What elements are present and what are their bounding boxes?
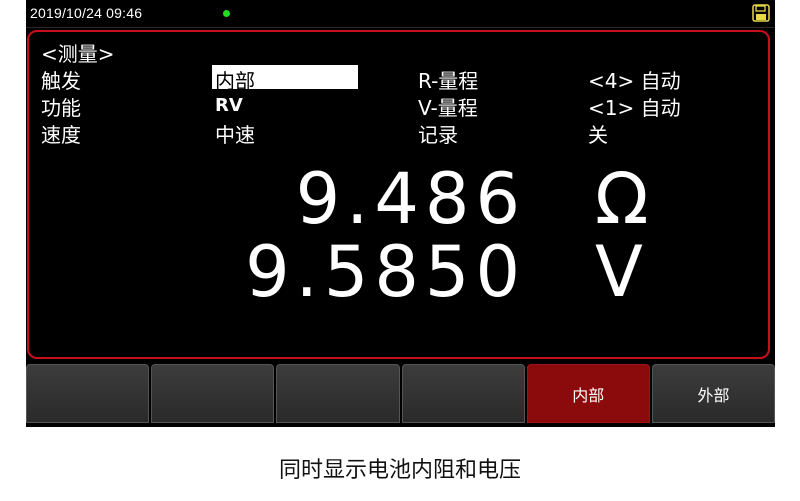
resistance-reading: 9.486 — [295, 158, 526, 240]
page-title: <测量> — [41, 42, 115, 66]
status-bar: 2019/10/24 09:46 — [26, 0, 775, 28]
r-range-label: R-量程 — [418, 69, 479, 93]
function-label: 功能 — [41, 96, 81, 120]
softkey-4[interactable] — [401, 364, 525, 423]
resistance-unit: Ω — [595, 158, 655, 240]
v-range-value[interactable]: <1> 自动 — [588, 92, 681, 121]
voltage-unit: V — [595, 231, 649, 313]
function-value[interactable]: RV — [215, 95, 243, 116]
speed-label: 速度 — [41, 123, 81, 147]
save-icon[interactable] — [752, 4, 770, 22]
r-range-value[interactable]: <4> 自动 — [588, 65, 681, 94]
softkey-bar: 内部 外部 — [26, 364, 776, 425]
softkey-2[interactable] — [151, 364, 275, 423]
measurement-panel: <测量> 触发 内部 R-量程 <4> 自动 功能 RV V-量程 <1> 自动… — [27, 30, 770, 359]
trigger-value-field[interactable]: 内部 — [212, 65, 358, 93]
speed-value[interactable]: 中速 — [215, 119, 255, 148]
v-range-label: V-量程 — [418, 96, 478, 120]
record-value[interactable]: 关 — [588, 119, 608, 148]
softkey-1[interactable] — [26, 364, 150, 423]
trigger-value: 内部 — [215, 69, 255, 93]
trigger-label: 触发 — [41, 69, 81, 93]
instrument-screen: 2019/10/24 09:46 <测量> 触发 内部 R-量程 <4> 自动 … — [26, 0, 776, 427]
softkey-3[interactable] — [276, 364, 400, 423]
caption: 同时显示电池内阻和电压 — [278, 458, 521, 483]
status-indicator-dot — [223, 10, 230, 17]
record-label: 记录 — [418, 123, 458, 147]
softkey-external[interactable]: 外部 — [651, 364, 776, 423]
voltage-reading: 9.5850 — [245, 231, 526, 313]
status-datetime: 2019/10/24 09:46 — [30, 5, 143, 21]
softkey-internal[interactable]: 内部 — [526, 364, 650, 423]
